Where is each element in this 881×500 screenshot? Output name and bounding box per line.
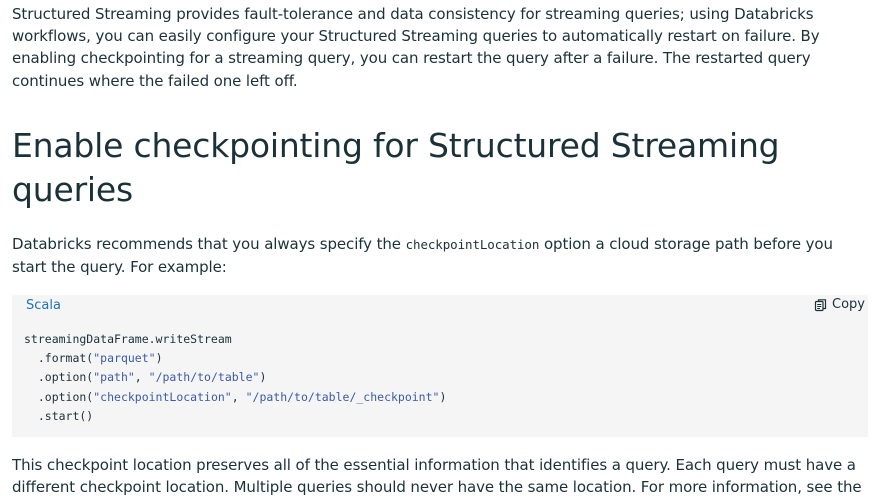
intro-paragraph: Structured Streaming provides fault-tole…: [12, 5, 820, 90]
lead-text-before: Databricks recommends that you always sp…: [12, 235, 406, 253]
code-line: .format("parquet"): [24, 351, 163, 366]
code-language-label: Scala: [26, 298, 61, 313]
section-heading: Enable checkpointing for Structured Stre…: [12, 126, 780, 209]
code-line: streamingDataFrame.writeStream: [24, 332, 232, 346]
outro-paragraph: This checkpoint location preserves all o…: [12, 456, 862, 497]
code-content: streamingDataFrame.writeStream .format("…: [24, 330, 446, 426]
copy-label: Copy: [832, 297, 865, 312]
code-line: .option("path", "/path/to/table"): [24, 370, 267, 385]
inline-code-checkpoint-location: checkpointLocation: [405, 237, 540, 252]
code-line: .start(): [24, 408, 94, 423]
lead-paragraph: Databricks recommends that you always sp…: [12, 233, 872, 278]
code-block: Scala Copy streamingDataFrame.writeStrea…: [12, 295, 868, 437]
copy-button[interactable]: Copy: [814, 297, 865, 312]
copy-icon: [814, 298, 828, 312]
code-line: .option("checkpointLocation", "/path/to/…: [24, 389, 447, 404]
